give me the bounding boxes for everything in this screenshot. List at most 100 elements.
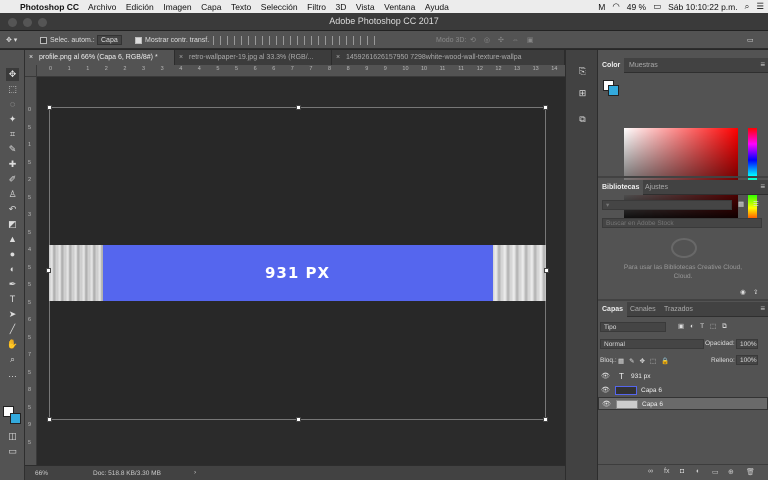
layer-filter-kind[interactable]: Tipo bbox=[600, 322, 666, 332]
notifications-icon[interactable]: ☰ bbox=[756, 1, 764, 12]
transform-handle[interactable] bbox=[47, 417, 52, 422]
delete-layer-icon[interactable]: 🗑 bbox=[746, 468, 755, 476]
magic-wand-icon[interactable]: ✦ bbox=[6, 113, 19, 126]
tab-channels[interactable]: Canales bbox=[626, 302, 660, 317]
menu-vista[interactable]: Vista bbox=[356, 2, 375, 12]
zoom-level[interactable]: 66% bbox=[35, 470, 48, 477]
malwarebytes-icon[interactable]: M bbox=[598, 2, 605, 12]
distribute-hcenter-icon[interactable] bbox=[353, 35, 361, 45]
menu-3d[interactable]: 3D bbox=[336, 2, 347, 12]
transform-handle[interactable] bbox=[543, 417, 548, 422]
menu-ayuda[interactable]: Ayuda bbox=[425, 2, 449, 12]
battery-icon[interactable]: ▭ bbox=[653, 1, 661, 12]
transform-handle[interactable] bbox=[544, 268, 549, 273]
close-tab-icon[interactable]: × bbox=[336, 50, 340, 65]
panel-menu-icon[interactable]: ≡ bbox=[760, 60, 765, 69]
auto-select-checkbox[interactable] bbox=[40, 36, 47, 44]
tab-color[interactable]: Color bbox=[598, 58, 625, 73]
tab-profile[interactable]: × profile.png al 66% (Capa 6, RGB/8#) * bbox=[25, 50, 175, 65]
banner-image[interactable]: 931 PX bbox=[46, 245, 549, 301]
tab-swatches[interactable]: Muestras bbox=[625, 58, 662, 73]
pen-tool-icon[interactable]: ✒ bbox=[6, 278, 19, 291]
background-color-swatch[interactable] bbox=[10, 413, 21, 424]
brush-tool-icon[interactable]: ✐ bbox=[6, 173, 19, 186]
move-tool-icon[interactable]: ✥ ▾ bbox=[6, 34, 17, 46]
auto-select-dropdown[interactable]: Capa bbox=[97, 35, 122, 45]
history-panel-icon[interactable]: ⎘ bbox=[576, 66, 589, 79]
align-bottom-icon[interactable] bbox=[241, 35, 249, 45]
3d-roll-icon[interactable]: ◎ bbox=[484, 36, 490, 44]
screen-mode-icon[interactable]: ▭ bbox=[6, 445, 19, 458]
clone-stamp-icon[interactable]: ♙ bbox=[6, 188, 19, 201]
transform-handle[interactable] bbox=[46, 268, 51, 273]
layer-row[interactable]: 👁 Capa 6 bbox=[598, 397, 768, 410]
show-transform-checkbox[interactable] bbox=[135, 36, 142, 44]
healing-brush-icon[interactable]: ✚ bbox=[6, 158, 19, 171]
tab-libraries[interactable]: Bibliotecas bbox=[598, 180, 644, 195]
align-vcenter-icon[interactable] bbox=[227, 35, 235, 45]
3d-slide-icon[interactable]: ⇔ bbox=[512, 37, 519, 44]
more-tools-icon[interactable]: … bbox=[6, 368, 19, 381]
zoom-tool-icon[interactable]: ⌕ bbox=[6, 353, 19, 366]
panel-menu-icon[interactable]: ≡ bbox=[760, 182, 765, 191]
tab-paths[interactable]: Trazados bbox=[660, 302, 697, 317]
blur-tool-icon[interactable]: ● bbox=[6, 248, 19, 261]
visibility-eye-icon[interactable]: 👁 bbox=[602, 398, 611, 411]
tab-layers[interactable]: Capas bbox=[598, 302, 628, 317]
menu-archivo[interactable]: Archivo bbox=[88, 2, 116, 12]
close-tab-icon[interactable]: × bbox=[29, 50, 33, 65]
eyedropper-icon[interactable]: ✎ bbox=[6, 143, 19, 156]
lasso-tool-icon[interactable]: ◌ bbox=[6, 98, 19, 111]
layer-row[interactable]: 👁 T 931 px bbox=[598, 370, 768, 383]
quick-mask-icon[interactable]: ◫ bbox=[6, 430, 19, 443]
menu-texto[interactable]: Texto bbox=[231, 2, 251, 12]
align-top-icon[interactable] bbox=[213, 35, 221, 45]
layer-style-icon[interactable]: fx bbox=[664, 468, 669, 475]
upload-icon[interactable]: ⇪ bbox=[753, 288, 758, 296]
eraser-icon[interactable]: ◩ bbox=[6, 218, 19, 231]
close-tab-icon[interactable]: × bbox=[179, 50, 183, 65]
visibility-eye-icon[interactable]: 👁 bbox=[601, 384, 610, 397]
transform-handle[interactable] bbox=[47, 105, 52, 110]
3d-rotate-icon[interactable]: ⟲ bbox=[470, 36, 476, 44]
battery-percent[interactable]: 49 % bbox=[627, 2, 646, 12]
wifi-icon[interactable]: ◠ bbox=[612, 1, 619, 12]
3d-pan-icon[interactable]: ✣ bbox=[498, 36, 504, 44]
fill-input[interactable]: 100% bbox=[736, 355, 758, 365]
transform-handle[interactable] bbox=[543, 105, 548, 110]
menu-filtro[interactable]: Filtro bbox=[307, 2, 326, 12]
color-background-swatch[interactable] bbox=[608, 85, 619, 96]
align-right-icon[interactable] bbox=[283, 35, 291, 45]
dodge-tool-icon[interactable]: ◐ bbox=[6, 263, 19, 276]
crop-tool-icon[interactable]: ⌗ bbox=[6, 128, 19, 141]
distribute-left-icon[interactable] bbox=[339, 35, 347, 45]
layer-row[interactable]: 👁 Capa 6 bbox=[598, 384, 768, 397]
visibility-eye-icon[interactable]: 👁 bbox=[601, 370, 610, 383]
adjustment-layer-icon[interactable]: ◐ bbox=[696, 468, 700, 475]
search-icon[interactable]: ⌕ bbox=[745, 1, 750, 12]
distribute-top-icon[interactable] bbox=[297, 35, 305, 45]
panel-menu-icon[interactable]: ≡ bbox=[760, 304, 765, 313]
transform-handle[interactable] bbox=[296, 105, 301, 110]
lock-icons[interactable]: ▦✎✥⬚🔒 bbox=[618, 357, 674, 365]
status-menu-arrow[interactable]: › bbox=[194, 469, 196, 476]
cc-sync-icon[interactable]: ◉ bbox=[740, 288, 746, 296]
new-layer-icon[interactable]: ⊕ bbox=[728, 468, 734, 476]
properties-panel-icon[interactable]: ⊞ bbox=[576, 88, 589, 101]
hand-tool-icon[interactable]: ✋ bbox=[6, 338, 19, 351]
library-search-input[interactable]: Buscar en Adobe Stock bbox=[602, 218, 762, 228]
layer-mask-icon[interactable]: ◘ bbox=[680, 468, 684, 475]
clock[interactable]: Sáb 10:10:22 p.m. bbox=[668, 2, 737, 12]
library-dropdown[interactable]: ▾ bbox=[602, 200, 732, 210]
line-tool-icon[interactable]: ╱ bbox=[6, 323, 19, 336]
align-hcenter-icon[interactable] bbox=[269, 35, 277, 45]
menu-edicion[interactable]: Edición bbox=[126, 2, 154, 12]
menu-seleccion[interactable]: Selección bbox=[261, 2, 298, 12]
layer-filter-icons[interactable]: ▣◐T⬚⧉ bbox=[678, 322, 733, 331]
horizontal-ruler[interactable]: 0 1 1 2 2 3 3 4 4 5 5 6 6 7 7 8 8 9 9 10 10 11 11 12 12 13 13 14 bbox=[37, 65, 565, 77]
paint-bucket-icon[interactable]: ▲ bbox=[6, 233, 19, 246]
opacity-input[interactable]: 100% bbox=[736, 339, 758, 349]
blend-mode-dropdown[interactable]: Normal bbox=[600, 339, 704, 349]
vertical-ruler[interactable]: 0 5 1 5 2 5 3 5 4 5 5 5 6 5 7 5 8 5 9 5 bbox=[25, 77, 37, 465]
tab-adjustments[interactable]: Ajustes bbox=[641, 180, 672, 195]
